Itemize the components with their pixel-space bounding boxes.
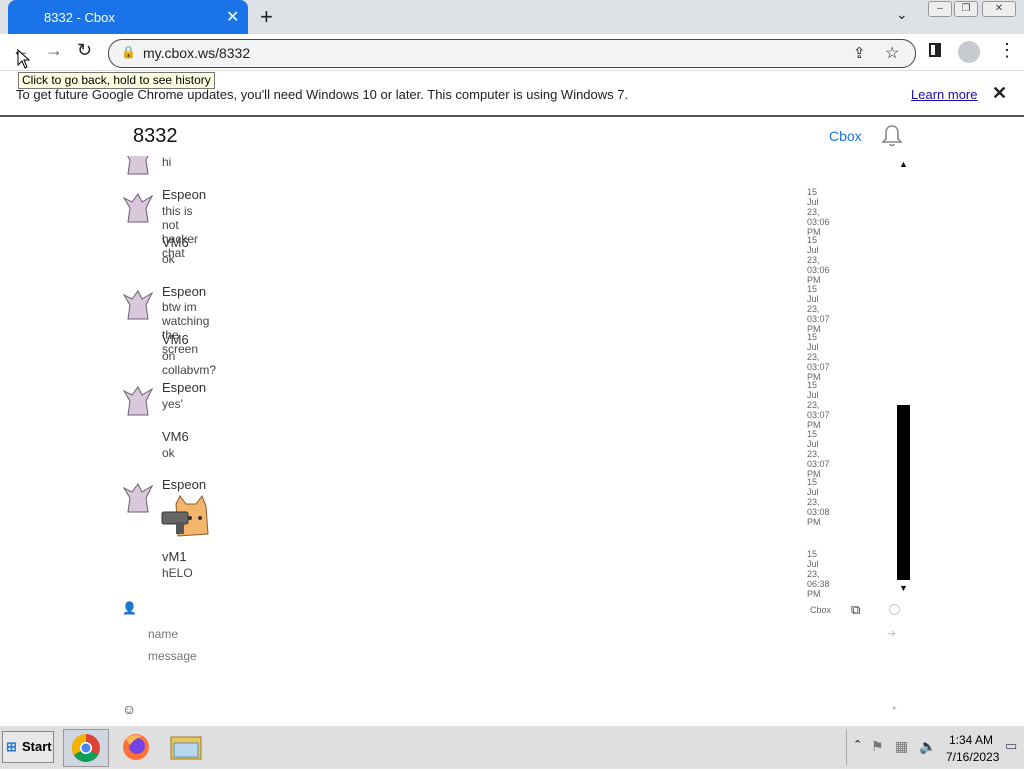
message-author[interactable]: Espeon	[162, 187, 206, 202]
share-icon[interactable]: ⇪	[853, 44, 866, 62]
firefox-icon	[123, 734, 149, 760]
avatar	[122, 290, 154, 320]
message-timestamp: 15 Jul 23, 03:06 PM	[807, 235, 830, 285]
user-icon[interactable]: 👤	[122, 601, 137, 615]
volume-icon[interactable]: 🔈	[919, 738, 936, 755]
url-text[interactable]: my.cbox.ws/8332	[143, 45, 250, 61]
profile-avatar-icon[interactable]	[958, 41, 980, 63]
cbox-header-link[interactable]: Cbox	[829, 128, 862, 144]
avatar	[122, 386, 154, 416]
show-desktop-icon[interactable]: ▭	[1005, 738, 1017, 754]
learn-more-link[interactable]: Learn more	[911, 87, 977, 102]
message-text: hi	[162, 155, 172, 169]
explorer-taskbar-button[interactable]	[164, 729, 208, 765]
avatar	[122, 483, 154, 513]
infobar-message: To get future Google Chrome updates, you…	[16, 87, 629, 102]
start-button[interactable]: ⊞ Start	[2, 731, 54, 763]
message-author[interactable]: Espeon	[162, 380, 206, 395]
lock-icon[interactable]: 🔒	[121, 45, 136, 59]
message-text: yes'	[162, 397, 183, 411]
message-author[interactable]: VM6	[162, 429, 189, 444]
bell-icon[interactable]	[880, 124, 904, 148]
window-close-button[interactable]: ✕	[982, 1, 1016, 17]
message-author[interactable]: Espeon	[162, 477, 206, 492]
message-text: btw im watching the screen	[162, 300, 210, 356]
clock-date[interactable]: 7/16/2023	[946, 750, 999, 764]
mouse-cursor-icon	[17, 49, 31, 69]
scroll-down-arrow[interactable]: ▼	[899, 583, 908, 593]
cbox-footer-brand[interactable]: Cbox	[810, 605, 831, 615]
network-icon[interactable]: ▦	[895, 738, 908, 755]
avatar	[120, 156, 156, 176]
message-timestamp: 15 Jul 23, 06:38 PM	[807, 549, 830, 599]
menu-kebab-icon[interactable]: ⋮	[998, 40, 1016, 61]
message-timestamp: 15 Jul 23, 03:07 PM	[807, 429, 830, 479]
browser-tab[interactable]: 8332 - Cbox ✕	[8, 0, 248, 34]
message-author[interactable]: VM6	[162, 332, 189, 347]
message-timestamp: 15 Jul 23, 03:07 PM	[807, 332, 830, 382]
message-timestamp: 15 Jul 23, 03:08 PM	[807, 477, 830, 527]
clock-time[interactable]: 1:34 AM	[949, 733, 993, 747]
start-label: Start	[22, 739, 52, 754]
minimize-button[interactable]: –	[928, 1, 952, 17]
room-title: 8332	[133, 125, 178, 147]
cat-with-gun-emoji-image[interactable]	[160, 494, 212, 540]
message-text: on collabvm?	[162, 349, 217, 377]
windows-flag-icon: ⊞	[6, 739, 17, 754]
login-arrow-icon[interactable]: ➔	[887, 627, 896, 640]
side-panel-icon[interactable]	[929, 43, 941, 57]
new-tab-icon[interactable]: +	[260, 4, 273, 30]
popout-icon[interactable]: ⧉	[851, 602, 860, 618]
back-tooltip: Click to go back, hold to see history	[18, 72, 215, 89]
message-text: ok	[162, 252, 175, 266]
message-author[interactable]: VM6	[162, 235, 189, 250]
submit-arrow-icon[interactable]: ▸	[893, 703, 897, 712]
status-indicator-icon	[889, 604, 900, 615]
chevron-down-icon[interactable]: ⌄	[896, 6, 908, 23]
bookmark-star-icon[interactable]: ☆	[885, 43, 899, 63]
scrollbar-thumb[interactable]	[897, 405, 910, 580]
message-timestamp: 15 Jul 23, 03:07 PM	[807, 380, 830, 430]
message-author[interactable]: Espeon	[162, 284, 206, 299]
chrome-icon	[72, 734, 100, 762]
message-author[interactable]: vM1	[162, 549, 187, 564]
message-text: ok	[162, 446, 175, 460]
infobar-close-icon[interactable]: ✕	[992, 83, 1007, 104]
reload-icon[interactable]: ↻	[77, 40, 92, 61]
tab-title: 8332 - Cbox	[44, 10, 115, 25]
message-text: hELO	[162, 566, 193, 580]
tab-close-icon[interactable]: ✕	[226, 7, 239, 27]
scroll-up-arrow[interactable]: ▲	[899, 159, 908, 169]
message-timestamp: 15 Jul 23, 03:07 PM	[807, 284, 830, 334]
chrome-taskbar-button[interactable]	[63, 729, 109, 767]
message-timestamp: 15 Jul 23, 03:06 PM	[807, 187, 830, 237]
forward-icon[interactable]: →	[45, 40, 63, 61]
address-bar[interactable]: 🔒 my.cbox.ws/8332 ⇪ ☆	[108, 39, 916, 68]
firefox-taskbar-button[interactable]	[114, 729, 158, 765]
action-center-icon[interactable]: ⚑	[871, 738, 884, 755]
avatar	[122, 193, 154, 223]
emoji-icon[interactable]: ☺	[122, 701, 136, 717]
message-input[interactable]	[146, 646, 870, 666]
explorer-icon	[170, 736, 202, 760]
show-hidden-icons-icon[interactable]: ⌃	[853, 738, 862, 751]
maximize-button[interactable]: ❐	[954, 1, 978, 17]
name-input[interactable]	[146, 624, 870, 644]
